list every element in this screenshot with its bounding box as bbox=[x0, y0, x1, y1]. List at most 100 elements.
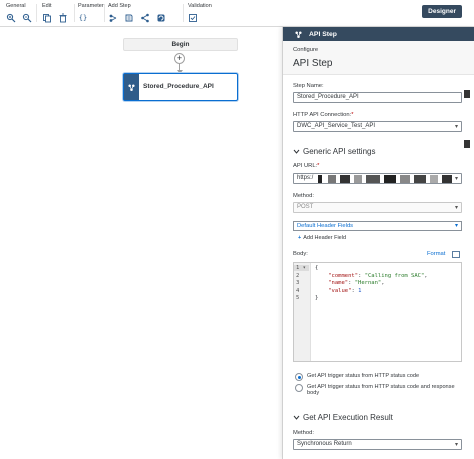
toolbar-divider bbox=[183, 4, 184, 22]
toolbar-group-label: Add Step bbox=[108, 3, 131, 9]
required-asterisk: * bbox=[317, 163, 320, 169]
editor-gutter: 1 ▾ 2 3 4 5 bbox=[294, 263, 311, 361]
designer-button[interactable]: Designer bbox=[422, 5, 462, 18]
toolbar-group-general: General bbox=[6, 3, 32, 23]
body-code-editor[interactable]: 1 ▾ 2 3 4 5 { "comment": "Calling from SAC",… bbox=[293, 262, 462, 362]
format-link[interactable]: Format bbox=[427, 251, 445, 257]
radio-status-code-label: Get API trigger status from HTTP status … bbox=[307, 373, 420, 379]
code-line: } bbox=[315, 295, 319, 302]
chevron-down-icon: ▾ bbox=[454, 124, 458, 130]
configure-label: Configure bbox=[293, 47, 319, 53]
add-header-field-label: Add Header Field bbox=[303, 235, 347, 241]
method-select: POST ▾ bbox=[293, 202, 462, 213]
redaction-mask bbox=[442, 175, 452, 183]
toolbar-group-edit: Edit bbox=[42, 3, 68, 23]
line-number: 4 bbox=[296, 287, 300, 294]
line-number: 2 bbox=[296, 272, 300, 279]
radio-status-code-and-body-label: Get API trigger status from HTTP status … bbox=[307, 384, 455, 396]
toolbar-group-label: Edit bbox=[42, 3, 52, 9]
chevron-down-icon: ▾ bbox=[454, 176, 458, 182]
loop-icon[interactable] bbox=[156, 13, 166, 23]
panel-subheader: Configure API Step bbox=[283, 41, 474, 75]
redaction-mask bbox=[366, 175, 380, 183]
chevron-down-icon: ▾ bbox=[454, 205, 458, 211]
script-icon[interactable] bbox=[124, 13, 134, 23]
redaction-mask bbox=[384, 175, 396, 183]
chevron-down-icon bbox=[293, 415, 300, 420]
branch-icon[interactable] bbox=[140, 13, 150, 23]
step-name-label: Step Name: bbox=[293, 83, 324, 89]
properties-panel: API Step Configure API Step Step Name: S… bbox=[282, 27, 474, 459]
api-step-node-label: Stored_Procedure_API bbox=[143, 83, 214, 90]
plus-icon: + bbox=[298, 235, 302, 241]
api-step-node[interactable]: Stored_Procedure_API bbox=[123, 73, 238, 101]
chevron-down-icon: ▾ bbox=[454, 442, 458, 448]
panel-header: API Step bbox=[283, 27, 474, 41]
toolbar-group-label: Validation bbox=[188, 3, 212, 9]
toolbar-group-label: Parameter bbox=[78, 3, 104, 9]
window-edge-handle bbox=[464, 140, 470, 148]
redaction-mask bbox=[414, 175, 426, 183]
code-line: "value": 1 bbox=[328, 287, 362, 294]
line-number: 3 bbox=[296, 280, 300, 287]
radio-button-selected[interactable] bbox=[295, 373, 303, 381]
begin-node[interactable]: Begin bbox=[123, 38, 238, 51]
flow-canvas[interactable]: Begin + Stored_Procedure_API bbox=[0, 28, 282, 459]
code-line: { bbox=[315, 265, 319, 271]
line-number: 5 bbox=[296, 295, 300, 302]
redaction-mask bbox=[318, 175, 322, 183]
code-line: "comment": "Calling from SAC", bbox=[328, 272, 428, 279]
api-execution-result-title: Get API Execution Result bbox=[303, 413, 393, 422]
default-header-fields-panel[interactable]: Default Header Fields ▾ bbox=[293, 221, 462, 231]
add-header-field-button[interactable]: + Add Header Field bbox=[298, 235, 346, 241]
execution-method-value: Synchronous Return bbox=[297, 441, 352, 447]
toolbar-divider bbox=[104, 4, 105, 22]
required-asterisk: * bbox=[351, 112, 354, 118]
zoom-out-icon[interactable] bbox=[22, 13, 32, 23]
api-step-icon bbox=[124, 74, 139, 100]
toolbar-group-label: General bbox=[6, 3, 26, 9]
generic-api-settings-title: Generic API settings bbox=[303, 147, 376, 156]
api-url-input[interactable]: https:/ ▾ bbox=[293, 173, 462, 184]
execution-method-select[interactable]: Synchronous Return ▾ bbox=[293, 439, 462, 450]
redaction-mask bbox=[400, 175, 410, 183]
add-step-icon[interactable] bbox=[108, 13, 118, 23]
default-header-fields-label: Default Header Fields bbox=[297, 223, 354, 229]
radio-status-code-and-body[interactable]: Get API trigger status from HTTP status … bbox=[295, 384, 465, 396]
delete-icon[interactable] bbox=[58, 13, 68, 23]
braces-icon[interactable]: {} bbox=[78, 13, 88, 23]
http-api-connection-value: DWC_API_Service_Test_API bbox=[297, 123, 376, 129]
fullscreen-icon[interactable] bbox=[452, 251, 460, 258]
api-url-label-text: API URL: bbox=[293, 163, 318, 169]
toolbar: General Edit Parameter {} Add Step Valid… bbox=[0, 0, 474, 27]
api-step-icon bbox=[291, 27, 305, 41]
generic-api-settings-header[interactable]: Generic API settings bbox=[293, 147, 375, 156]
validation-icon[interactable] bbox=[188, 13, 198, 23]
http-api-connection-select[interactable]: DWC_API_Service_Test_API ▾ bbox=[293, 121, 462, 132]
toolbar-group-validation: Validation bbox=[188, 3, 212, 23]
execution-method-label: Method: bbox=[293, 430, 314, 436]
zoom-in-icon[interactable] bbox=[6, 13, 16, 23]
chevron-down-icon: ▾ bbox=[454, 223, 458, 229]
redaction-mask bbox=[328, 175, 336, 183]
api-url-label: API URL:* bbox=[293, 163, 319, 169]
add-step-plus-button[interactable]: + bbox=[174, 53, 185, 64]
http-api-connection-label-text: HTTP API Connection: bbox=[293, 112, 352, 118]
window-edge-handle bbox=[464, 90, 470, 98]
toolbar-divider bbox=[74, 4, 75, 22]
toolbar-divider bbox=[36, 4, 37, 22]
redaction-mask bbox=[354, 175, 362, 183]
copy-icon[interactable] bbox=[42, 13, 52, 23]
radio-status-code[interactable]: Get API trigger status from HTTP status … bbox=[295, 373, 465, 381]
redaction-mask bbox=[430, 175, 438, 183]
code-line: "name": "Hernan", bbox=[328, 280, 385, 287]
method-label: Method: bbox=[293, 193, 314, 199]
http-api-connection-label: HTTP API Connection:* bbox=[293, 112, 353, 118]
panel-title: API Step bbox=[293, 58, 333, 69]
panel-header-title: API Step bbox=[309, 30, 337, 38]
radio-button[interactable] bbox=[295, 384, 303, 392]
api-execution-result-header[interactable]: Get API Execution Result bbox=[293, 413, 393, 422]
line-number: 1 ▾ bbox=[294, 265, 309, 271]
toolbar-group-parameter: Parameter {} bbox=[78, 3, 104, 23]
step-name-input[interactable]: Stored_Procedure_API bbox=[293, 92, 462, 103]
